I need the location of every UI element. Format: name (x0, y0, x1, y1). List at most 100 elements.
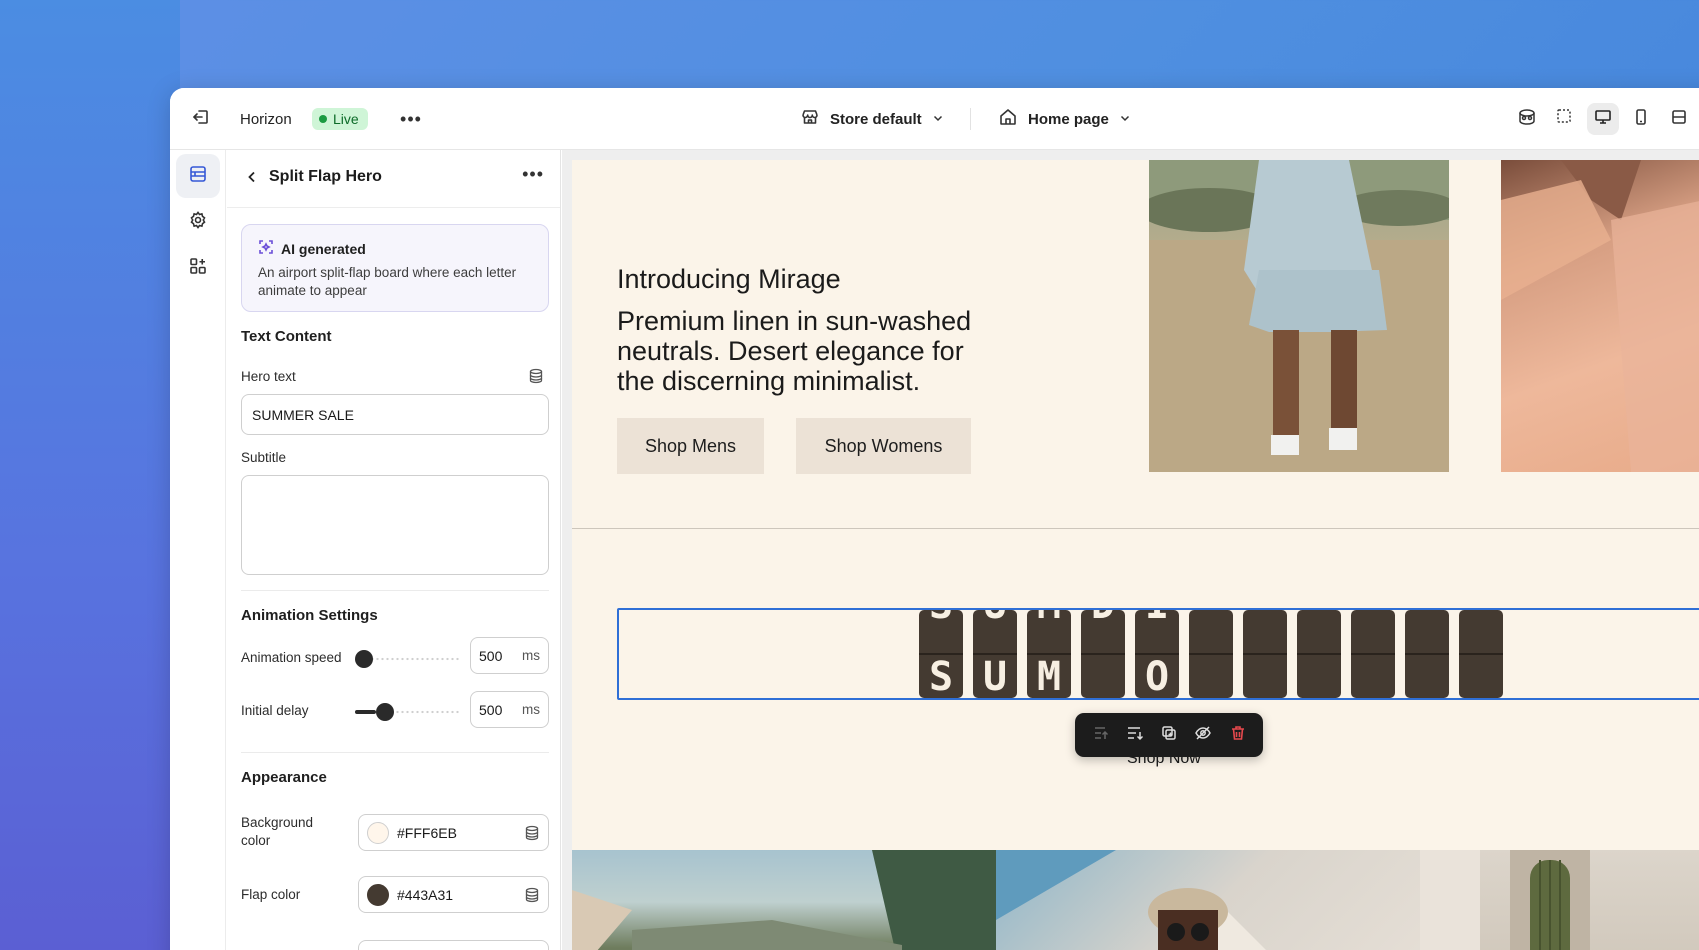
background-color-field[interactable]: #FFF6EB (358, 814, 549, 851)
flap-bottom-char: O (1144, 654, 1170, 698)
move-up-button[interactable] (1091, 724, 1109, 747)
delete-button[interactable] (1229, 724, 1247, 747)
appearance-heading: Appearance (241, 769, 327, 786)
flap-top-char: S (919, 610, 963, 628)
gallery-image-hat-man (996, 850, 1420, 950)
initial-delay-label: Initial delay (241, 703, 309, 718)
flap-seam (1189, 653, 1233, 655)
exit-button[interactable] (188, 88, 214, 150)
next-color-field[interactable] (358, 940, 549, 950)
chevron-left-icon (245, 170, 259, 189)
preview-button[interactable] (1511, 103, 1543, 135)
animation-settings-heading: Animation Settings (241, 607, 378, 624)
rail-apps-button[interactable] (176, 246, 220, 290)
apps-icon (188, 256, 208, 281)
inspector-button[interactable] (1549, 103, 1581, 135)
ai-sparkle-icon (258, 239, 274, 258)
dynamic-source-icon[interactable] (524, 887, 540, 903)
ai-card-description: An airport split-flap board where each l… (258, 265, 517, 298)
split-flap-board: SSUUMMDIO (919, 610, 1503, 698)
hero-image-linen-shorts (1149, 160, 1449, 472)
animation-speed-field[interactable]: 500 ms (470, 637, 549, 674)
flap-seam (1405, 653, 1449, 655)
dynamic-source-icon[interactable] (528, 368, 544, 389)
shop-mens-button[interactable]: Shop Mens (617, 418, 764, 474)
flap-seam (1297, 653, 1341, 655)
move-down-button[interactable] (1126, 724, 1144, 747)
page-selector[interactable]: Home page (998, 88, 1131, 150)
flap-seam (1459, 653, 1503, 655)
home-icon (998, 107, 1018, 131)
hero-copy: Premium linen in sun-washed neutrals. De… (617, 306, 972, 396)
mobile-view-button[interactable] (1625, 103, 1657, 135)
slider-thumb[interactable] (375, 703, 394, 721)
gallery-image-mountains (572, 850, 996, 950)
initial-delay-unit: ms (522, 702, 540, 717)
flap-tile (1243, 610, 1287, 698)
flap-tile: IO (1135, 610, 1179, 698)
initial-delay-slider[interactable] (355, 703, 459, 721)
panel-more-button[interactable]: ••• (522, 164, 544, 185)
flap-color-swatch[interactable] (367, 883, 389, 906)
settings-icon (188, 210, 208, 235)
flap-bottom-char: M (1036, 654, 1062, 698)
hide-icon (1194, 725, 1212, 746)
move-up-icon (1091, 726, 1109, 746)
top-bar: Horizon Live ••• Store default Home page (170, 88, 1699, 150)
desktop-icon (1593, 107, 1613, 132)
animation-speed-slider[interactable] (355, 650, 459, 668)
store-icon (800, 107, 820, 131)
ai-card-header: AI generated (258, 239, 532, 258)
hero-text-input[interactable] (241, 394, 549, 435)
section-divider (241, 752, 549, 753)
slider-thumb[interactable] (355, 650, 373, 668)
flap-color-label: Flap color (241, 887, 301, 902)
flap-top-char: M (1027, 610, 1071, 628)
subtitle-textarea[interactable] (241, 475, 549, 575)
rail-sections-button[interactable] (176, 154, 220, 198)
ai-generated-card: AI generated An airport split-flap board… (241, 224, 549, 312)
flap-color-value: #443A31 (397, 886, 454, 903)
shop-womens-button[interactable]: Shop Womens (796, 418, 971, 474)
slider-fill (355, 710, 376, 714)
hide-button[interactable] (1194, 724, 1212, 747)
theme-more-button[interactable]: ••• (398, 88, 424, 150)
flap-seam (1351, 653, 1395, 655)
desktop-background (0, 0, 180, 950)
chevron-down-icon (932, 111, 944, 128)
background-color-swatch[interactable] (367, 821, 389, 844)
animation-speed-label: Animation speed (241, 650, 342, 665)
flap-tile: UU (973, 610, 1017, 698)
back-button[interactable] (241, 168, 263, 190)
flap-tile (1297, 610, 1341, 698)
section-settings-panel: Split Flap Hero ••• AI generated An airp… (227, 150, 561, 950)
rail-settings-button[interactable] (176, 200, 220, 244)
initial-delay-field[interactable]: 500 ms (470, 691, 549, 728)
flap-bottom-char: U (982, 654, 1008, 698)
live-status-badge: Live (312, 108, 368, 130)
section-separator (572, 528, 1699, 529)
background-color-label: Background color (241, 815, 314, 848)
gallery-image-cactus (1420, 850, 1699, 950)
chevron-down-icon (1119, 111, 1131, 128)
desktop-view-button[interactable] (1587, 103, 1619, 135)
initial-delay-value: 500 (479, 701, 503, 718)
store-label: Store default (830, 110, 922, 128)
duplicate-button[interactable] (1160, 724, 1178, 747)
flap-seam (1243, 653, 1287, 655)
flap-top-char: U (973, 610, 1017, 628)
flap-color-field[interactable]: #443A31 (358, 876, 549, 913)
store-selector[interactable]: Store default (800, 88, 944, 150)
left-rail (170, 150, 226, 950)
live-dot-icon (319, 115, 327, 123)
fullscreen-button[interactable] (1663, 103, 1695, 135)
mobile-icon (1631, 107, 1651, 132)
block-toolbar (1075, 713, 1263, 757)
hero-text-label: Hero text (241, 369, 296, 384)
flap-tile: SS (919, 610, 963, 698)
flap-bottom-char: S (928, 654, 954, 698)
split-flap-hero-block[interactable]: SSUUMMDIO (617, 608, 1699, 700)
delete-icon (1229, 725, 1247, 746)
dynamic-source-icon[interactable] (524, 825, 540, 841)
image-gallery (572, 850, 1699, 950)
